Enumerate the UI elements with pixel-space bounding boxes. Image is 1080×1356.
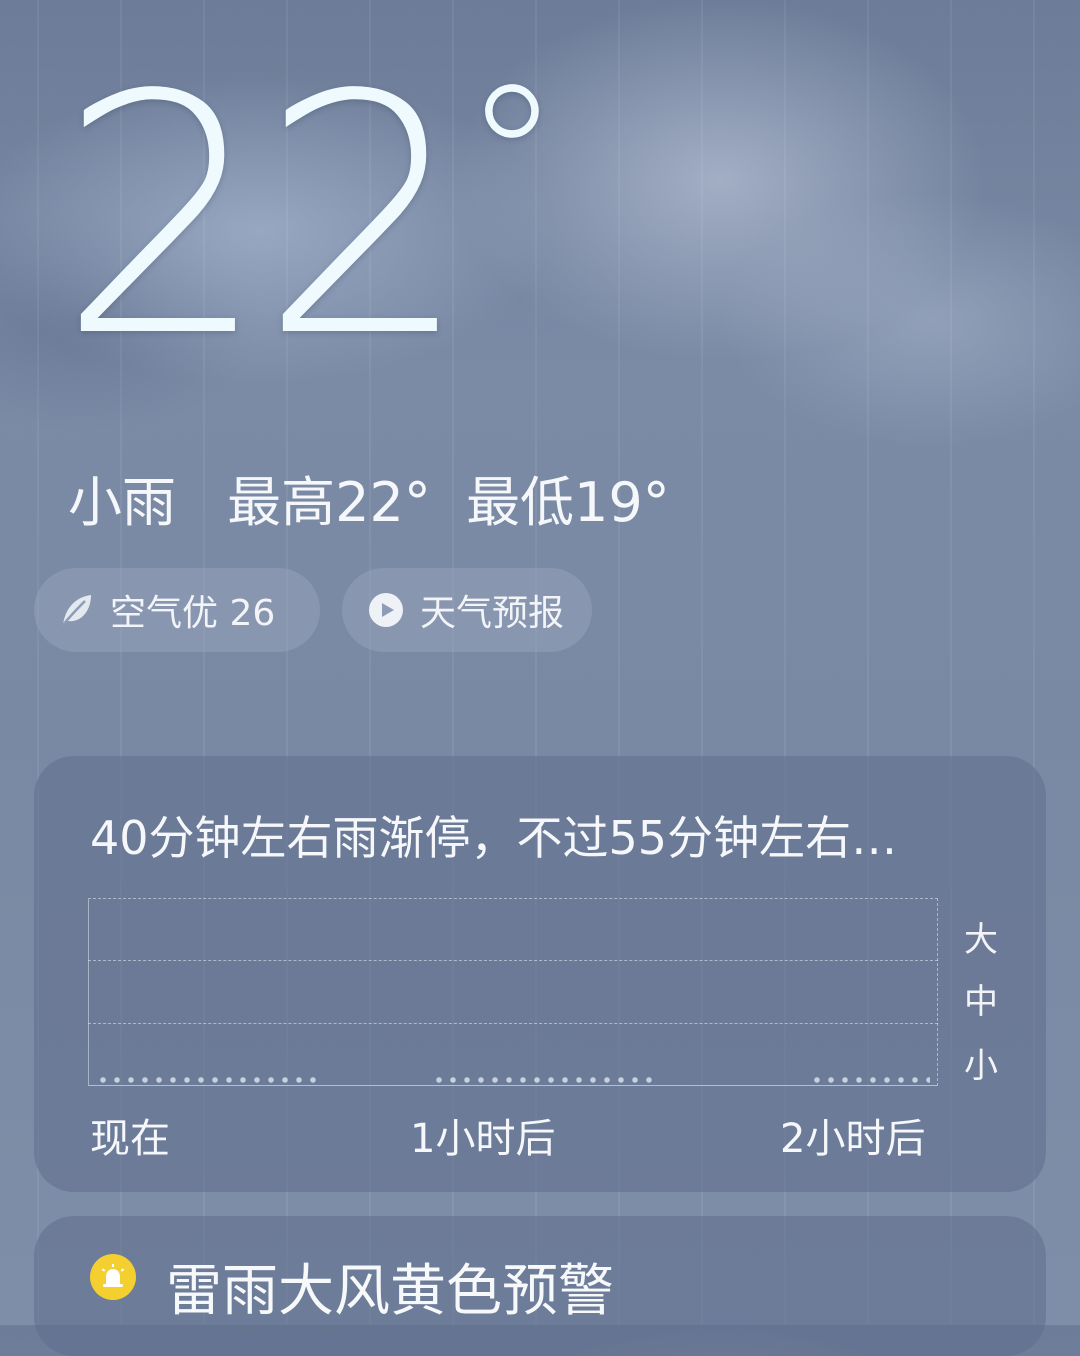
precipitation-card[interactable]: 40分钟左右雨渐停，不过55分钟左右… 大 中 小 现在 1小时后 2小时后: [34, 756, 1046, 1192]
gridline-heavy: [88, 960, 938, 961]
high-temp: 最高22°: [227, 471, 431, 534]
scale-label-heavy: 大: [964, 920, 998, 960]
rain-dots-segment: [96, 1077, 316, 1083]
degree-symbol: °: [461, 43, 562, 276]
current-temperature: 22°: [58, 52, 562, 382]
condition-text: 小雨: [68, 471, 176, 534]
play-icon: [366, 590, 406, 630]
rain-dots-segment: [810, 1077, 930, 1083]
low-temp: 最低19°: [466, 471, 670, 534]
precipitation-graph: [88, 898, 938, 1086]
graph-frame: [88, 898, 938, 1086]
alert-title: 雷雨大风黄色预警: [166, 1259, 614, 1324]
air-quality-label: 空气优 26: [110, 593, 276, 634]
forecast-video-label: 天气预报: [420, 593, 565, 634]
weather-alert-card[interactable]: 雷雨大风黄色预警: [34, 1216, 1046, 1356]
gridline-medium: [88, 1023, 938, 1024]
alarm-icon: [90, 1254, 136, 1300]
time-label-2h: 2小时后: [780, 1116, 926, 1162]
time-label-1h: 1小时后: [410, 1116, 556, 1162]
rain-dots-segment: [432, 1077, 652, 1083]
leaf-icon: [56, 590, 96, 630]
temperature-value: 22: [58, 25, 470, 409]
scale-label-moderate: 中: [964, 982, 998, 1022]
air-quality-chip[interactable]: 空气优 26: [34, 568, 320, 652]
forecast-video-chip[interactable]: 天气预报: [342, 568, 592, 652]
time-label-now: 现在: [90, 1116, 170, 1162]
weather-summary: 小雨 最高22° 最低19°: [68, 458, 670, 537]
scale-label-light: 小: [964, 1046, 998, 1086]
precipitation-summary: 40分钟左右雨渐停，不过55分钟左右…: [90, 811, 898, 865]
